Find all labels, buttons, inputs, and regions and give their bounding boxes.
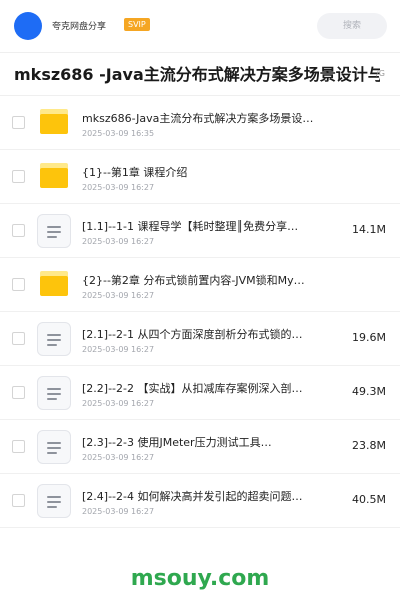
file-row[interactable]: [1.1]--1-1 课程导学【耗时整理║免费分享… 2025-03-09 16… [0,204,400,258]
file-size: 19.6M [352,331,386,344]
row-checkbox[interactable] [12,440,25,453]
document-icon [37,430,71,464]
row-checkbox[interactable] [12,494,25,507]
file-time: 2025-03-09 16:27 [82,237,155,246]
file-list: mksz686-Java主流分布式解决方案多场景设… 2025-03-09 16… [0,96,400,528]
folder-icon [40,163,68,188]
file-time: 2025-03-09 16:35 [82,129,155,138]
file-name[interactable]: [2.4]--2-4 如何解决高并发引起的超卖问题… [82,490,314,504]
file-size: 49.3M [352,385,386,398]
file-time: 2025-03-09 16:27 [82,183,155,192]
row-checkbox[interactable] [12,170,25,183]
document-icon [37,376,71,410]
file-time: 2025-03-09 16:27 [82,291,155,300]
file-row[interactable]: [2.2]--2-2 【实战】从扣减库存案例深入剖… 2025-03-09 16… [0,366,400,420]
file-row[interactable]: mksz686-Java主流分布式解决方案多场景设… 2025-03-09 16… [0,96,400,150]
search-input[interactable]: 搜索 [317,13,387,39]
row-checkbox[interactable] [12,386,25,399]
file-time: 2025-03-09 16:27 [82,453,155,462]
file-row[interactable]: [2.1]--2-1 从四个方面深度剖析分布式锁的… 2025-03-09 16… [0,312,400,366]
title-overflow: /G [376,69,385,78]
file-name[interactable]: [2.2]--2-2 【实战】从扣减库存案例深入剖… [82,382,314,396]
document-icon [37,322,71,356]
document-icon [37,484,71,518]
svip-badge: SVIP [124,18,150,31]
row-checkbox[interactable] [12,332,25,345]
folder-icon [40,271,68,296]
document-icon [37,214,71,248]
file-time: 2025-03-09 16:27 [82,399,155,408]
file-time: 2025-03-09 16:27 [82,345,155,354]
watermark: msouy.com [130,566,270,591]
avatar[interactable] [14,12,42,40]
row-checkbox[interactable] [12,278,25,291]
header: 夸克网盘分享 SVIP 搜索 [0,0,400,52]
file-size: 14.1M [352,223,386,236]
file-name[interactable]: [1.1]--1-1 课程导学【耗时整理║免费分享… [82,220,314,234]
file-time: 2025-03-09 16:27 [82,507,155,516]
user-name[interactable]: 夸克网盘分享 [52,19,106,32]
file-name[interactable]: [2.3]--2-3 使用JMeter压力测试工具… [82,436,314,450]
file-row[interactable]: [2.3]--2-3 使用JMeter压力测试工具… 2025-03-09 16… [0,420,400,474]
file-name[interactable]: [2.1]--2-1 从四个方面深度剖析分布式锁的… [82,328,314,342]
file-size: 40.5M [352,493,386,506]
header-divider [0,52,400,53]
file-row[interactable]: {1}--第1章 课程介绍 2025-03-09 16:27 [0,150,400,204]
file-name[interactable]: {1}--第1章 课程介绍 [82,166,314,180]
file-row[interactable]: [2.4]--2-4 如何解决高并发引起的超卖问题… 2025-03-09 16… [0,474,400,528]
row-checkbox[interactable] [12,116,25,129]
page-title: mksz686 -Java主流分布式解决方案多场景设计与实战 [14,65,380,84]
row-checkbox[interactable] [12,224,25,237]
file-size: 23.8M [352,439,386,452]
file-name[interactable]: mksz686-Java主流分布式解决方案多场景设… [82,112,314,126]
folder-icon [40,109,68,134]
file-name[interactable]: {2}--第2章 分布式锁前置内容-JVM锁和My… [82,274,314,288]
file-row[interactable]: {2}--第2章 分布式锁前置内容-JVM锁和My… 2025-03-09 16… [0,258,400,312]
